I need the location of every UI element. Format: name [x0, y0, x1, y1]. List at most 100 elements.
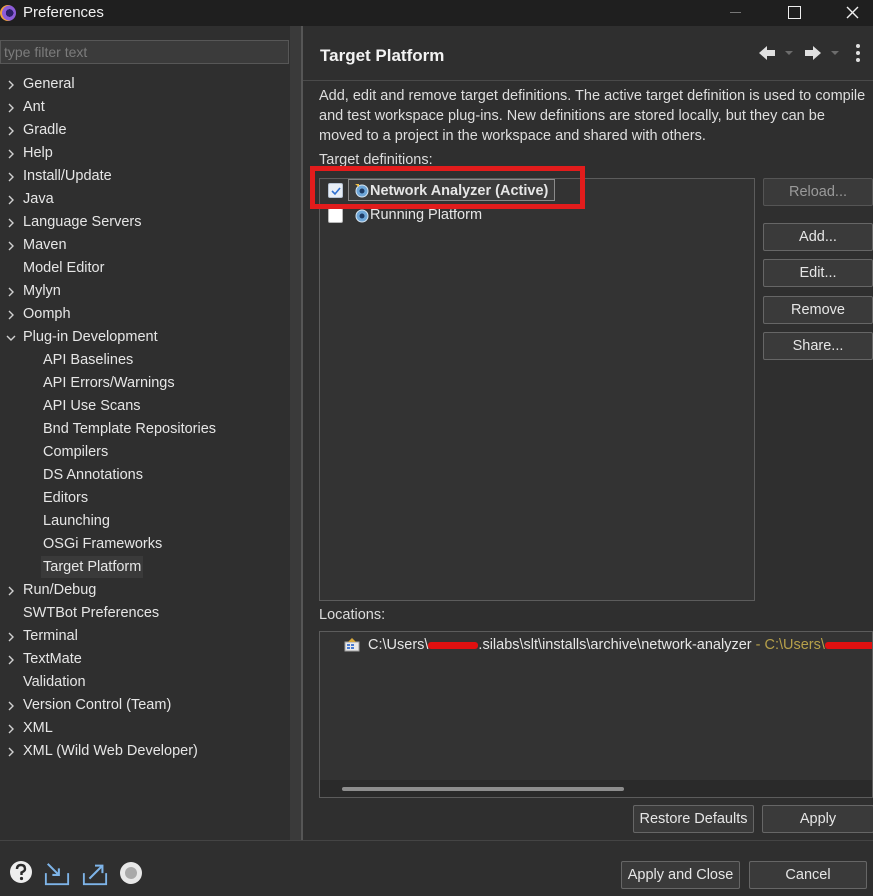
tree-item[interactable]: XML — [0, 717, 289, 739]
chevron-right-icon[interactable] — [6, 701, 16, 711]
tree-item[interactable]: Ant — [0, 96, 289, 118]
tree-item[interactable]: Gradle — [0, 119, 289, 141]
tree-item[interactable]: Validation — [0, 671, 289, 693]
tree-item[interactable]: SWTBot Preferences — [0, 602, 289, 624]
tree-item-label: Target Platform — [41, 556, 144, 578]
tree-item-label: Install/Update — [23, 168, 112, 184]
tree-item-label: Bnd Template Repositories — [43, 421, 217, 437]
chevron-right-icon[interactable] — [6, 310, 16, 320]
directory-location-icon — [344, 638, 360, 652]
export-icon[interactable] — [82, 861, 108, 887]
share-button[interactable]: Share... — [763, 332, 873, 360]
tree-scrollbar[interactable] — [290, 26, 301, 840]
tree-item[interactable]: Run/Debug — [0, 579, 289, 601]
chevron-right-icon[interactable] — [6, 747, 16, 757]
tree-item[interactable]: General — [0, 73, 289, 95]
chevron-right-icon[interactable] — [6, 586, 16, 596]
tree-item-label: OSGi Frameworks — [43, 536, 163, 552]
tree-item-label: Help — [23, 145, 53, 161]
chevron-right-icon[interactable] — [6, 218, 16, 228]
scrollbar-thumb[interactable] — [342, 787, 624, 791]
restore-defaults-button[interactable]: Restore Defaults — [633, 805, 754, 833]
tree-item[interactable]: API Baselines — [0, 349, 289, 371]
tree-item[interactable]: TextMate — [0, 648, 289, 670]
chevron-right-icon[interactable] — [6, 103, 16, 113]
tree-item[interactable]: Compilers — [0, 441, 289, 463]
tree-item[interactable]: Editors — [0, 487, 289, 509]
tree-item[interactable]: Terminal — [0, 625, 289, 647]
import-icon[interactable] — [44, 861, 70, 887]
close-button[interactable] — [828, 0, 873, 26]
target-platform-page: Target Platform Add, edit and remove tar… — [303, 26, 873, 840]
tree-item[interactable]: Model Editor — [0, 257, 289, 279]
tree-item[interactable]: Oomph — [0, 303, 289, 325]
chevron-right-icon[interactable] — [6, 80, 16, 90]
add-button[interactable]: Add... — [763, 223, 873, 251]
tree-item[interactable]: OSGi Frameworks — [0, 533, 289, 555]
more-vertical-icon[interactable] — [852, 42, 864, 64]
tree-item-label: Ant — [23, 99, 45, 115]
chevron-down-icon[interactable] — [6, 333, 16, 343]
apply-button[interactable]: Apply — [762, 805, 873, 833]
maximize-button[interactable] — [770, 0, 816, 26]
tree-item-label: Run/Debug — [23, 582, 97, 598]
forward-arrow-icon[interactable] — [801, 42, 841, 64]
tree-item[interactable]: Java — [0, 188, 289, 210]
help-icon[interactable] — [8, 859, 34, 885]
chevron-right-icon[interactable] — [6, 241, 16, 251]
chevron-right-icon[interactable] — [6, 287, 16, 297]
tree-item-label: Version Control (Team) — [23, 697, 172, 713]
tree-item[interactable]: Bnd Template Repositories — [0, 418, 289, 440]
cancel-button[interactable]: Cancel — [749, 861, 867, 889]
apply-and-close-button[interactable]: Apply and Close — [621, 861, 740, 889]
oomph-record-icon[interactable] — [119, 861, 145, 887]
edit-button[interactable]: Edit... — [763, 259, 873, 287]
tree-item-label: Maven — [23, 237, 67, 253]
redacted-username — [824, 641, 872, 649]
tree-item[interactable]: Maven — [0, 234, 289, 256]
chevron-right-icon[interactable] — [6, 632, 16, 642]
remove-button[interactable]: Remove — [763, 296, 873, 324]
tree-item-label: Plug-in Development — [23, 329, 158, 345]
tree-item-label: Oomph — [23, 306, 71, 322]
filter-input[interactable] — [0, 40, 289, 64]
chevron-right-icon[interactable] — [6, 724, 16, 734]
chevron-right-icon[interactable] — [6, 172, 16, 182]
reload-button[interactable]: Reload... — [763, 178, 873, 206]
target-definitions-list[interactable]: Network Analyzer (Active) Running Platfo… — [319, 178, 755, 601]
annotation-highlight-box — [310, 166, 585, 209]
tree-item-label: Java — [23, 191, 54, 207]
tree-item[interactable]: Mylyn — [0, 280, 289, 302]
locations-list[interactable]: C:\Users\ .silabs\slt\installs\archive\ne… — [319, 631, 873, 798]
chevron-right-icon[interactable] — [6, 655, 16, 665]
tree-item[interactable]: DS Annotations — [0, 464, 289, 486]
page-description: Add, edit and remove target definitions.… — [319, 88, 866, 144]
locations-horizontal-scrollbar[interactable] — [320, 780, 872, 797]
target-checkbox-running-platform[interactable] — [328, 208, 343, 223]
tree-item[interactable]: Language Servers — [0, 211, 289, 233]
tree-item[interactable]: Launching — [0, 510, 289, 532]
tree-item-label: Launching — [43, 513, 110, 529]
chevron-right-icon[interactable] — [6, 195, 16, 205]
back-arrow-icon[interactable] — [755, 42, 795, 64]
tree-item-label: TextMate — [23, 651, 82, 667]
page-title: Target Platform — [320, 46, 445, 65]
chevron-right-icon[interactable] — [6, 126, 16, 136]
window-title: Preferences — [23, 4, 104, 21]
tree-item[interactable]: API Errors/Warnings — [0, 372, 289, 394]
tree-item-label: API Errors/Warnings — [43, 375, 175, 391]
tree-item[interactable]: API Use Scans — [0, 395, 289, 417]
chevron-right-icon[interactable] — [6, 149, 16, 159]
tree-item[interactable]: Help — [0, 142, 289, 164]
tree-item[interactable]: Install/Update — [0, 165, 289, 187]
tree-item-label: Compilers — [43, 444, 109, 460]
preferences-tree-panel: General Ant Gradle Help Install/Update Java La… — [0, 26, 300, 840]
tree-item-label: Editors — [43, 490, 89, 506]
tree-item[interactable]: Version Control (Team) — [0, 694, 289, 716]
dialog-button-bar: Apply and Close Cancel — [0, 841, 873, 896]
tree-item-label: Validation — [23, 674, 86, 690]
tree-item[interactable]: XML (Wild Web Developer) — [0, 740, 289, 762]
tree-item[interactable]: Target Platform — [0, 556, 289, 578]
tree-item[interactable]: Plug-in Development — [0, 326, 289, 348]
minimize-button[interactable] — [712, 0, 758, 26]
